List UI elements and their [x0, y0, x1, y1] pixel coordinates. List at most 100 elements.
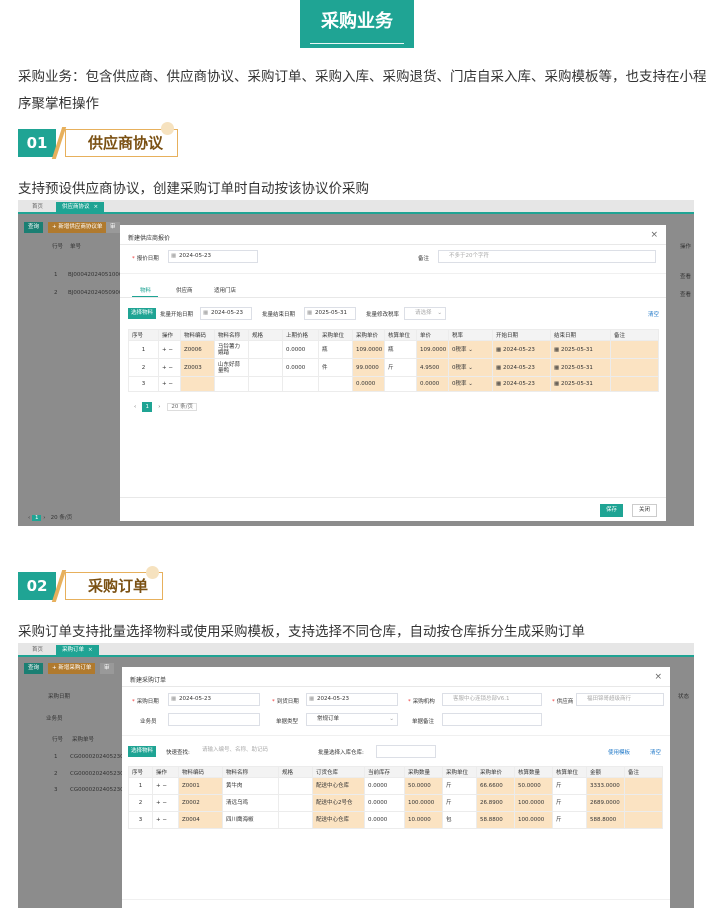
start-date-cell[interactable]: ▦ 2024-05-23 — [492, 358, 551, 377]
close-icon[interactable]: × — [654, 672, 662, 682]
clear-link[interactable]: 清空 — [650, 748, 661, 756]
table-header-no: 采购单号 — [72, 737, 95, 743]
col-header: 订货仓库 — [312, 766, 365, 778]
close-icon[interactable]: × — [94, 204, 99, 210]
calendar-icon: ▦ — [203, 310, 209, 316]
tab-material[interactable]: 物料 — [140, 286, 151, 294]
row-add-remove[interactable]: + − — [158, 340, 181, 359]
col-header: 备注 — [624, 766, 663, 778]
tab-home[interactable]: 首页 — [26, 202, 49, 212]
page-size-select[interactable]: 20 条/页 — [167, 403, 198, 411]
section-description: 支持预设供应商协议，创建采购订单时自动按该协议价采购 — [18, 181, 369, 197]
tab-underline — [18, 212, 694, 214]
clear-link[interactable]: 清空 — [648, 310, 659, 318]
warehouse-select[interactable] — [376, 745, 436, 758]
end-date-cell[interactable]: ▦ 2025-05-31 — [550, 376, 611, 392]
page-1[interactable]: 1 — [142, 402, 153, 412]
purchase-date-label: * 采购日期 — [132, 699, 159, 705]
col-header: 采购数量 — [404, 766, 443, 778]
batch-start-input[interactable]: ▦ 2024-05-23 — [200, 307, 252, 320]
col-header: 规格 — [278, 766, 313, 778]
use-template-link[interactable]: 使用模板 — [608, 748, 630, 756]
bg-row-line: 3 — [54, 787, 58, 793]
sales-input[interactable] — [168, 713, 260, 726]
row-add-remove[interactable]: + − — [152, 794, 179, 812]
add-order-button[interactable]: + 新增采购订单 — [48, 663, 96, 674]
dialog-title: 新建供应商报价 — [128, 235, 171, 242]
tax-select[interactable]: 0税率 ⌄ — [448, 376, 493, 392]
close-button[interactable]: 关闭 — [632, 504, 658, 517]
col-header: 规格 — [248, 329, 283, 341]
col-header: 物料名称 — [222, 766, 279, 778]
end-date-cell[interactable]: ▦ 2025-05-31 — [550, 358, 611, 377]
new-purchase-order-dialog: 新建采购订单 × * 采购日期 ▦ 2024-05-23 * 到货日期 ▦ 2024-0… — [122, 667, 670, 908]
batch-start-label: 批量开始日期 — [160, 312, 194, 318]
section-heading-01: 01 供应商协议 — [18, 122, 218, 161]
audit-button[interactable]: 审 — [106, 222, 120, 233]
bg-row-view-link[interactable]: 查看 — [680, 290, 691, 298]
note-input[interactable] — [442, 713, 542, 726]
section-number: 01 — [18, 129, 56, 157]
warehouse-cell[interactable]: 配送中心2号仓 — [312, 794, 365, 812]
col-header: 单价 — [416, 329, 449, 341]
close-icon[interactable]: × — [88, 647, 93, 653]
col-header: 上期价格 — [282, 329, 319, 341]
supplier-label: * 供应商 — [552, 699, 574, 705]
tab-stores[interactable]: 适用门店 — [214, 286, 236, 294]
col-header: 核算单位 — [384, 329, 417, 341]
quote-date-input[interactable]: ▦ 2024-05-23 — [168, 250, 258, 263]
supplier-input[interactable]: 福田锦哥超级商行 — [576, 693, 664, 706]
remark-label: 备注 — [418, 256, 430, 262]
bg-row-no: BJ00042024051000 — [68, 272, 123, 278]
bg-row-line: 2 — [54, 290, 58, 296]
purchase-date-input[interactable]: ▦ 2024-05-23 — [168, 693, 260, 706]
tab-home[interactable]: 首页 — [26, 645, 49, 655]
query-button[interactable]: 查询 — [24, 222, 44, 233]
col-header: 开始日期 — [492, 329, 551, 341]
tab-purchase-order[interactable]: 采购订单 × — [56, 645, 99, 655]
tab-supplier-agreement[interactable]: 供应商协议 × — [56, 202, 105, 212]
tax-select[interactable]: 0税率 ⌄ — [448, 358, 493, 377]
note-label: 单据备注 — [412, 719, 435, 725]
filter-date-label: 采购日期 — [48, 694, 71, 700]
quote-date-label: * 报价日期 — [132, 256, 159, 262]
row-add-remove[interactable]: + − — [152, 777, 179, 795]
start-date-cell[interactable]: ▦ 2024-05-23 — [492, 376, 551, 392]
bg-row-view-link[interactable]: 查看 — [680, 272, 691, 280]
tab-supplier[interactable]: 供应商 — [176, 286, 193, 294]
col-header: 物料编码 — [180, 329, 215, 341]
page: 采购业务 采购业务：包含供应商、供应商协议、采购订单、采购入库、采购退货、门店自… — [0, 0, 722, 908]
col-header: 操作 — [152, 766, 179, 778]
table-row: 3 + − 0.0000 0.0000 0税率 ⌄ ▦ 2024-05-23 ▦… — [128, 376, 659, 392]
org-input[interactable]: 客服中心连锁总部V6.1 — [442, 693, 542, 706]
tax-select[interactable]: 0税率 ⌄ — [448, 340, 493, 359]
add-agreement-button[interactable]: + 新增供应商协议单 — [48, 222, 107, 233]
screenshot-purchase-order: 首页 采购订单 × 查询 + 新增采购订单 审 采购日期 业务员 状态 行号 采购… — [18, 643, 694, 908]
query-button[interactable]: 查询 — [24, 663, 44, 674]
quick-search-input[interactable]: 请输入编号、名称、助记码 — [192, 745, 296, 758]
table-row: 3 + − Z0004 四川鹰海椒 配送中心仓库 0.0000 10.0000 … — [128, 811, 663, 829]
select-material-button[interactable]: 选择物料 — [128, 746, 157, 757]
pagination: ‹ 1 › 20 条/页 — [134, 402, 198, 412]
bg-row-no: CG00002024052300 — [70, 787, 128, 793]
remark-input[interactable]: 不多于20个字符 — [438, 250, 656, 263]
close-icon[interactable]: × — [650, 230, 658, 240]
audit-button[interactable]: 审 — [100, 663, 114, 674]
page-title: 采购业务 — [321, 11, 393, 32]
row-add-remove[interactable]: + − — [152, 811, 179, 829]
select-material-button[interactable]: 选择物料 — [128, 308, 157, 319]
row-add-remove[interactable]: + − — [158, 358, 181, 377]
save-button[interactable]: 保存 — [600, 504, 624, 517]
divider — [120, 497, 666, 498]
warehouse-cell[interactable]: 配送中心仓库 — [312, 811, 365, 829]
batch-end-label: 批量结束日期 — [262, 312, 296, 318]
warehouse-cell[interactable]: 配送中心仓库 — [312, 777, 365, 795]
start-date-cell[interactable]: ▦ 2024-05-23 — [492, 340, 551, 359]
arrive-date-input[interactable]: ▦ 2024-05-23 — [306, 693, 398, 706]
type-select[interactable]: 常规订单 ⌄ — [306, 713, 398, 726]
end-date-cell[interactable]: ▦ 2025-05-31 — [550, 340, 611, 359]
batch-tax-select[interactable]: 请选择 ⌄ — [404, 307, 446, 320]
table-footer-line — [122, 899, 670, 900]
row-add-remove[interactable]: + − — [158, 376, 181, 392]
batch-end-input[interactable]: ▦ 2025-05-31 — [304, 307, 356, 320]
